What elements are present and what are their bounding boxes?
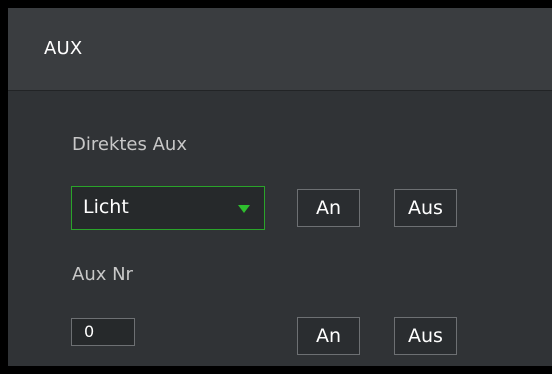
aux-nr-off-button[interactable]: Aus — [394, 317, 457, 355]
chevron-down-icon — [238, 205, 250, 213]
panel-header: AUX — [8, 8, 552, 91]
aux-panel: AUX Direktes Aux Licht An Aus Aux Nr 0 A… — [8, 8, 552, 366]
panel-title: AUX — [44, 38, 83, 59]
direct-aux-on-button[interactable]: An — [297, 189, 360, 227]
aux-nr-on-button[interactable]: An — [297, 317, 360, 355]
direct-aux-select[interactable]: Licht — [71, 186, 265, 230]
window-frame: AUX Direktes Aux Licht An Aus Aux Nr 0 A… — [0, 0, 552, 374]
direct-aux-label: Direktes Aux — [72, 134, 187, 155]
direct-aux-select-value: Licht — [83, 196, 129, 218]
aux-nr-label: Aux Nr — [72, 264, 133, 285]
aux-nr-input[interactable]: 0 — [71, 318, 135, 346]
direct-aux-off-button[interactable]: Aus — [394, 189, 457, 227]
